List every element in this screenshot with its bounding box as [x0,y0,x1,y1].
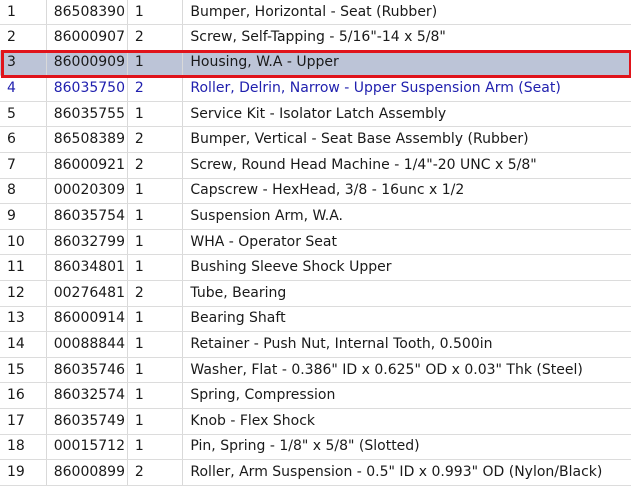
table-row[interactable]: 6 86508389 2 Bumper, Vertical - Seat Base A… [0,126,631,153]
parts-list-table: 1 86508390 1 Bumper, Horizontal - Seat (Rub… [0,0,631,486]
quantity-cell: 1 [127,382,184,409]
part-number-cell: 86032574 [46,382,128,409]
table-row[interactable]: 9 86035754 1 Suspension Arm, W.A. [0,203,631,230]
description-cell: Bearing Shaft [182,306,631,333]
quantity-cell: 2 [127,152,184,179]
description-cell: Bumper, Horizontal - Seat (Rubber) [182,0,631,25]
table-row-selected[interactable]: 3 86000909 1 Housing, W.A - Upper [0,50,631,77]
table-row[interactable]: 17 86035749 1 Knob - Flex Shock [0,408,631,435]
description-cell: Tube, Bearing [182,280,631,307]
item-number-cell: 7 [0,152,47,179]
quantity-cell: 2 [127,280,184,307]
description-cell: Screw, Round Head Machine - 1/4"-20 UNC … [182,152,631,179]
description-cell: Service Kit - Isolator Latch Assembly [182,101,631,128]
quantity-cell: 1 [127,357,184,384]
part-number-cell: 86035750 [46,75,128,102]
quantity-cell: 1 [127,0,184,25]
description-cell: WHA - Operator Seat [182,229,631,256]
item-number-cell: 17 [0,408,47,435]
part-number-cell: 86508390 [46,0,128,25]
item-number-cell: 8 [0,178,47,205]
item-number-cell: 4 [0,75,47,102]
item-number-cell: 2 [0,24,47,51]
part-number-cell: 86035749 [46,408,128,435]
item-number-cell: 15 [0,357,47,384]
item-number-cell: 14 [0,331,47,358]
quantity-cell: 1 [127,50,184,77]
part-number-cell: 00276481 [46,280,128,307]
part-number-cell: 00020309 [46,178,128,205]
part-number-cell: 86000909 [46,50,128,77]
table-row[interactable]: 19 86000899 2 Roller, Arm Suspension - 0.5"… [0,459,631,486]
item-number-cell: 19 [0,459,47,486]
part-number-cell: 86032799 [46,229,128,256]
part-number-cell: 00088844 [46,331,128,358]
part-number-cell: 86000921 [46,152,128,179]
quantity-cell: 1 [127,306,184,333]
quantity-cell: 2 [127,24,184,51]
parts-list-body: 1 86508390 1 Bumper, Horizontal - Seat (Rub… [0,0,631,486]
item-number-cell: 10 [0,229,47,256]
quantity-cell: 1 [127,229,184,256]
item-number-cell: 5 [0,101,47,128]
item-number-cell: 13 [0,306,47,333]
table-row[interactable]: 12 00276481 2 Tube, Bearing [0,280,631,307]
quantity-cell: 1 [127,434,184,461]
description-cell: Washer, Flat - 0.386" ID x 0.625" OD x 0… [182,357,631,384]
quantity-cell: 2 [127,126,184,153]
table-row[interactable]: 10 86032799 1 WHA - Operator Seat [0,229,631,256]
description-cell: Capscrew - HexHead, 3/8 - 16unc x 1/2 [182,178,631,205]
table-row[interactable]: 14 00088844 1 Retainer - Push Nut, Internal… [0,331,631,358]
quantity-cell: 2 [127,75,184,102]
part-number-cell: 86000914 [46,306,128,333]
item-number-cell: 16 [0,382,47,409]
description-cell: Suspension Arm, W.A. [182,203,631,230]
item-number-cell: 1 [0,0,47,25]
item-number-cell: 9 [0,203,47,230]
part-number-cell: 86035746 [46,357,128,384]
quantity-cell: 1 [127,178,184,205]
description-cell: Knob - Flex Shock [182,408,631,435]
table-row[interactable]: 8 00020309 1 Capscrew - HexHead, 3/8 - 16un… [0,178,631,205]
quantity-cell: 1 [127,408,184,435]
description-cell: Screw, Self-Tapping - 5/16"-14 x 5/8" [182,24,631,51]
quantity-cell: 1 [127,254,184,281]
item-number-cell: 12 [0,280,47,307]
part-number-cell: 00015712 [46,434,128,461]
description-cell: Pin, Spring - 1/8" x 5/8" (Slotted) [182,434,631,461]
quantity-cell: 1 [127,203,184,230]
item-number-cell: 6 [0,126,47,153]
part-number-cell: 86034801 [46,254,128,281]
table-row[interactable]: 13 86000914 1 Bearing Shaft [0,306,631,333]
description-cell: Roller, Delrin, Narrow - Upper Suspensio… [182,75,631,102]
quantity-cell: 1 [127,331,184,358]
description-cell: Roller, Arm Suspension - 0.5" ID x 0.993… [182,459,631,486]
part-number-cell: 86508389 [46,126,128,153]
part-number-cell: 86035754 [46,203,128,230]
table-row[interactable]: 2 86000907 2 Screw, Self-Tapping - 5/16"-14… [0,24,631,51]
table-row[interactable]: 15 86035746 1 Washer, Flat - 0.386" ID x 0.… [0,357,631,384]
quantity-cell: 1 [127,101,184,128]
part-number-cell: 86035755 [46,101,128,128]
part-number-cell: 86000899 [46,459,128,486]
table-row[interactable]: 16 86032574 1 Spring, Compression [0,382,631,409]
description-cell: Retainer - Push Nut, Internal Tooth, 0.5… [182,331,631,358]
quantity-cell: 2 [127,459,184,486]
part-number-cell: 86000907 [46,24,128,51]
table-row[interactable]: 7 86000921 2 Screw, Round Head Machine - 1/… [0,152,631,179]
description-cell: Bushing Sleeve Shock Upper [182,254,631,281]
description-cell: Bumper, Vertical - Seat Base Assembly (R… [182,126,631,153]
table-row[interactable]: 1 86508390 1 Bumper, Horizontal - Seat (Rub… [0,0,631,25]
item-number-cell: 18 [0,434,47,461]
description-cell: Housing, W.A - Upper [182,50,631,77]
table-row[interactable]: 11 86034801 1 Bushing Sleeve Shock Upper [0,254,631,281]
table-row[interactable]: 5 86035755 1 Service Kit - Isolator Latch A… [0,101,631,128]
item-number-cell: 3 [0,50,47,77]
description-cell: Spring, Compression [182,382,631,409]
table-row[interactable]: 18 00015712 1 Pin, Spring - 1/8" x 5/8" (Sl… [0,434,631,461]
table-row-link[interactable]: 4 86035750 2 Roller, Delrin, Narrow - Upper… [0,75,631,102]
item-number-cell: 11 [0,254,47,281]
